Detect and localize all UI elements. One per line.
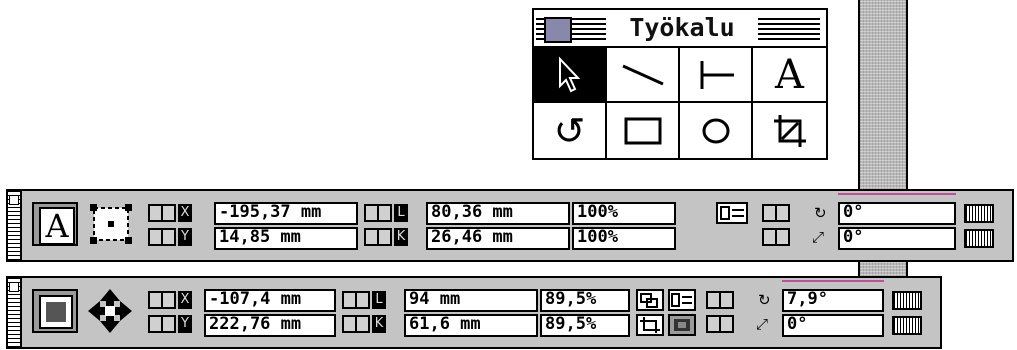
- width-label: L: [372, 291, 386, 309]
- fit-box-icon[interactable]: [636, 289, 664, 311]
- height-field[interactable]: 61,6 mm: [404, 314, 538, 337]
- width-stepper[interactable]: [364, 204, 392, 222]
- y-position-field[interactable]: 14,85 mm: [214, 227, 358, 250]
- orthogonal-line-icon: [700, 60, 734, 89]
- active-field-highlight: [838, 193, 956, 195]
- skew-stepper[interactable]: [762, 228, 790, 246]
- skew-angle-field[interactable]: 0°: [782, 314, 884, 337]
- skew-stepper[interactable]: [706, 315, 734, 333]
- flip-vertical-icon[interactable]: [964, 229, 994, 248]
- active-field-highlight: [782, 280, 884, 282]
- skew-angle-icon: ⤢: [756, 315, 769, 333]
- x-position-field[interactable]: -107,4 mm: [204, 289, 336, 312]
- x-stepper[interactable]: [148, 204, 176, 222]
- letter-a-icon: A: [775, 51, 804, 98]
- flip-horizontal-icon[interactable]: [892, 291, 922, 310]
- text-align-icon[interactable]: [716, 202, 748, 224]
- crop-icon: [773, 114, 806, 147]
- height-stepper[interactable]: [364, 228, 392, 246]
- text-tool[interactable]: A: [753, 48, 826, 103]
- flip-vertical-icon[interactable]: [892, 316, 922, 335]
- text-box-icon: A: [32, 202, 78, 246]
- height-label: K: [394, 228, 408, 246]
- diagonal-line-icon: [621, 64, 664, 85]
- flip-horizontal-icon[interactable]: [964, 204, 994, 223]
- picture-box-icon: [32, 289, 78, 333]
- measurements-palette-picture-box: X -107,4 mm Y 222,76 mm L 94 mm K 61,6 m…: [6, 276, 942, 349]
- y-label: Y: [178, 315, 192, 333]
- oval-tool[interactable]: [680, 103, 753, 158]
- rotate-angle-icon: ↻: [814, 204, 827, 222]
- skew-angle-field[interactable]: 0°: [838, 227, 956, 250]
- rotate-tool[interactable]: ↺: [534, 103, 607, 158]
- height-label: K: [372, 315, 386, 333]
- skew-angle-icon: ⤢: [812, 228, 825, 246]
- scale-y-field[interactable]: 89,5%: [540, 314, 630, 337]
- palette-drag-handle[interactable]: [8, 191, 22, 260]
- orthogonal-line-tool[interactable]: [680, 48, 753, 103]
- palette-drag-handle[interactable]: [8, 278, 22, 347]
- text-align-icon[interactable]: [668, 289, 696, 311]
- palette-close-box[interactable]: [9, 282, 19, 292]
- height-field[interactable]: 26,46 mm: [426, 227, 570, 250]
- y-position-field[interactable]: 222,76 mm: [204, 314, 336, 337]
- y-stepper[interactable]: [148, 228, 176, 246]
- width-field[interactable]: 80,36 mm: [426, 202, 570, 225]
- height-stepper[interactable]: [342, 315, 370, 333]
- rotation-angle-field[interactable]: 0°: [838, 202, 956, 225]
- scale-x-field[interactable]: 89,5%: [540, 289, 630, 312]
- y-stepper[interactable]: [148, 315, 176, 333]
- x-stepper[interactable]: [148, 291, 176, 309]
- palette-close-box[interactable]: [544, 17, 572, 43]
- y-label: Y: [178, 228, 192, 246]
- angle-stepper[interactable]: [762, 204, 790, 222]
- oval-icon: [702, 118, 729, 143]
- line-tool[interactable]: [607, 48, 680, 103]
- reference-point-icon[interactable]: [88, 202, 134, 246]
- tool-palette-title: Työkalu: [612, 11, 752, 45]
- x-label: X: [178, 204, 192, 222]
- measurements-palette-text-box: A X -195,37 mm Y 14,85 mm L 80,36 mm K 2…: [6, 189, 1014, 262]
- angle-stepper[interactable]: [706, 291, 734, 309]
- tool-palette: Työkalu A ↺: [532, 8, 828, 160]
- crop-tool[interactable]: [753, 103, 826, 158]
- width-label: L: [394, 204, 408, 222]
- crop-picture-icon[interactable]: [636, 314, 664, 336]
- move-content-icon[interactable]: [86, 287, 134, 335]
- palette-close-box[interactable]: [9, 195, 19, 205]
- rectangle-tool[interactable]: [607, 103, 680, 158]
- scale-y-field[interactable]: 100%: [572, 227, 676, 250]
- width-stepper[interactable]: [342, 291, 370, 309]
- rotation-angle-field[interactable]: 7,9°: [782, 289, 884, 312]
- tool-palette-titlebar[interactable]: Työkalu: [534, 10, 826, 48]
- arrow-pointer-icon: [558, 55, 580, 92]
- rotate-angle-icon: ↻: [758, 291, 771, 309]
- picture-contents-icon[interactable]: [668, 314, 696, 336]
- x-position-field[interactable]: -195,37 mm: [214, 202, 358, 225]
- titlebar-stripes-right: [758, 18, 820, 40]
- rotate-icon: ↺: [553, 108, 586, 153]
- width-field[interactable]: 94 mm: [404, 289, 538, 312]
- scale-x-field[interactable]: 100%: [572, 202, 676, 225]
- rectangle-icon: [624, 117, 661, 144]
- x-label: X: [178, 291, 192, 309]
- pointer-tool[interactable]: [534, 48, 607, 103]
